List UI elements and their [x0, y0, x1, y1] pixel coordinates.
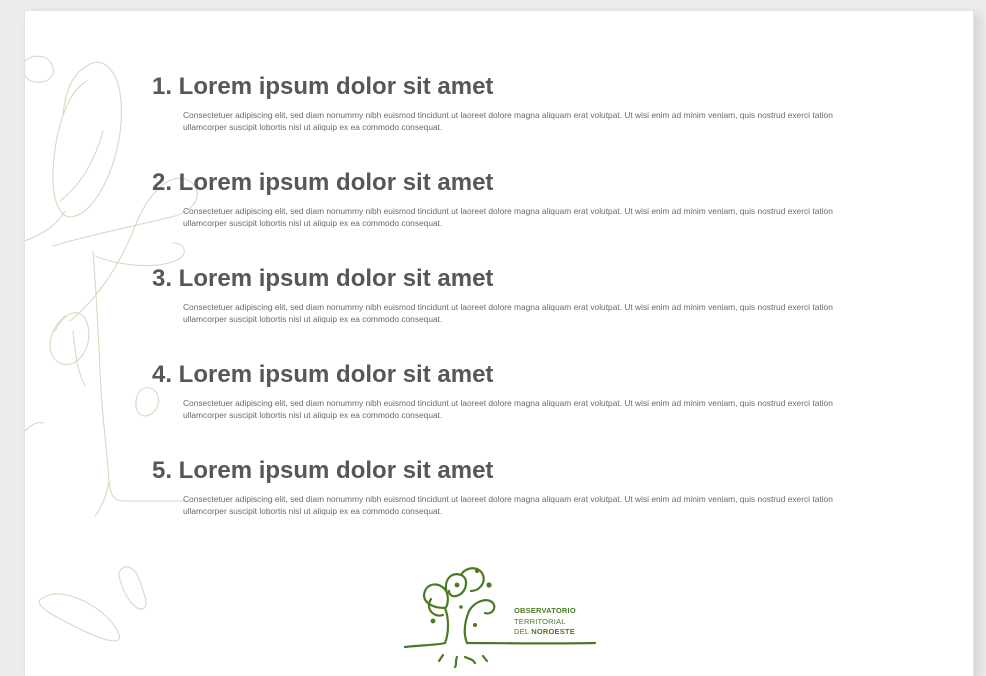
section-body: Consectetuer adipiscing elit, sed diam n…	[183, 206, 833, 228]
document-page: 1. Lorem ipsum dolor sit amet Consectetu…	[24, 10, 974, 676]
section-3: 3. Lorem ipsum dolor sit amet Consectetu…	[152, 265, 872, 325]
section-heading: 2. Lorem ipsum dolor sit amet	[152, 169, 494, 196]
logo-line-1: OBSERVATORIO	[514, 606, 576, 615]
section-5: 5. Lorem ipsum dolor sit amet Consectetu…	[152, 457, 872, 517]
logo-line-3: DEL NOROESTE	[514, 627, 576, 638]
section-2: 2. Lorem ipsum dolor sit amet Consectetu…	[152, 169, 872, 229]
section-1: 1. Lorem ipsum dolor sit amet Consectetu…	[152, 73, 872, 133]
section-body: Consectetuer adipiscing elit, sed diam n…	[183, 302, 833, 324]
section-heading: 5. Lorem ipsum dolor sit amet	[152, 457, 494, 484]
logo-line-3-prefix: DEL	[514, 627, 532, 636]
section-body: Consectetuer adipiscing elit, sed diam n…	[183, 110, 833, 132]
section-body: Consectetuer adipiscing elit, sed diam n…	[183, 494, 833, 516]
section-body: Consectetuer adipiscing elit, sed diam n…	[183, 398, 833, 420]
logo-line-2: TERRITORIAL	[514, 616, 566, 626]
observatorio-logo: OBSERVATORIO TERRITORIAL DEL NOROESTE	[403, 563, 603, 673]
section-heading: 4. Lorem ipsum dolor sit amet	[152, 361, 494, 388]
section-4: 4. Lorem ipsum dolor sit amet Consectetu…	[152, 361, 872, 421]
logo-line-3-bold: NOROESTE	[531, 627, 575, 636]
section-heading: 3. Lorem ipsum dolor sit amet	[152, 265, 494, 292]
logo-wordmark: OBSERVATORIO TERRITORIAL DEL NOROESTE	[514, 606, 576, 638]
section-heading: 1. Lorem ipsum dolor sit amet	[152, 73, 494, 100]
